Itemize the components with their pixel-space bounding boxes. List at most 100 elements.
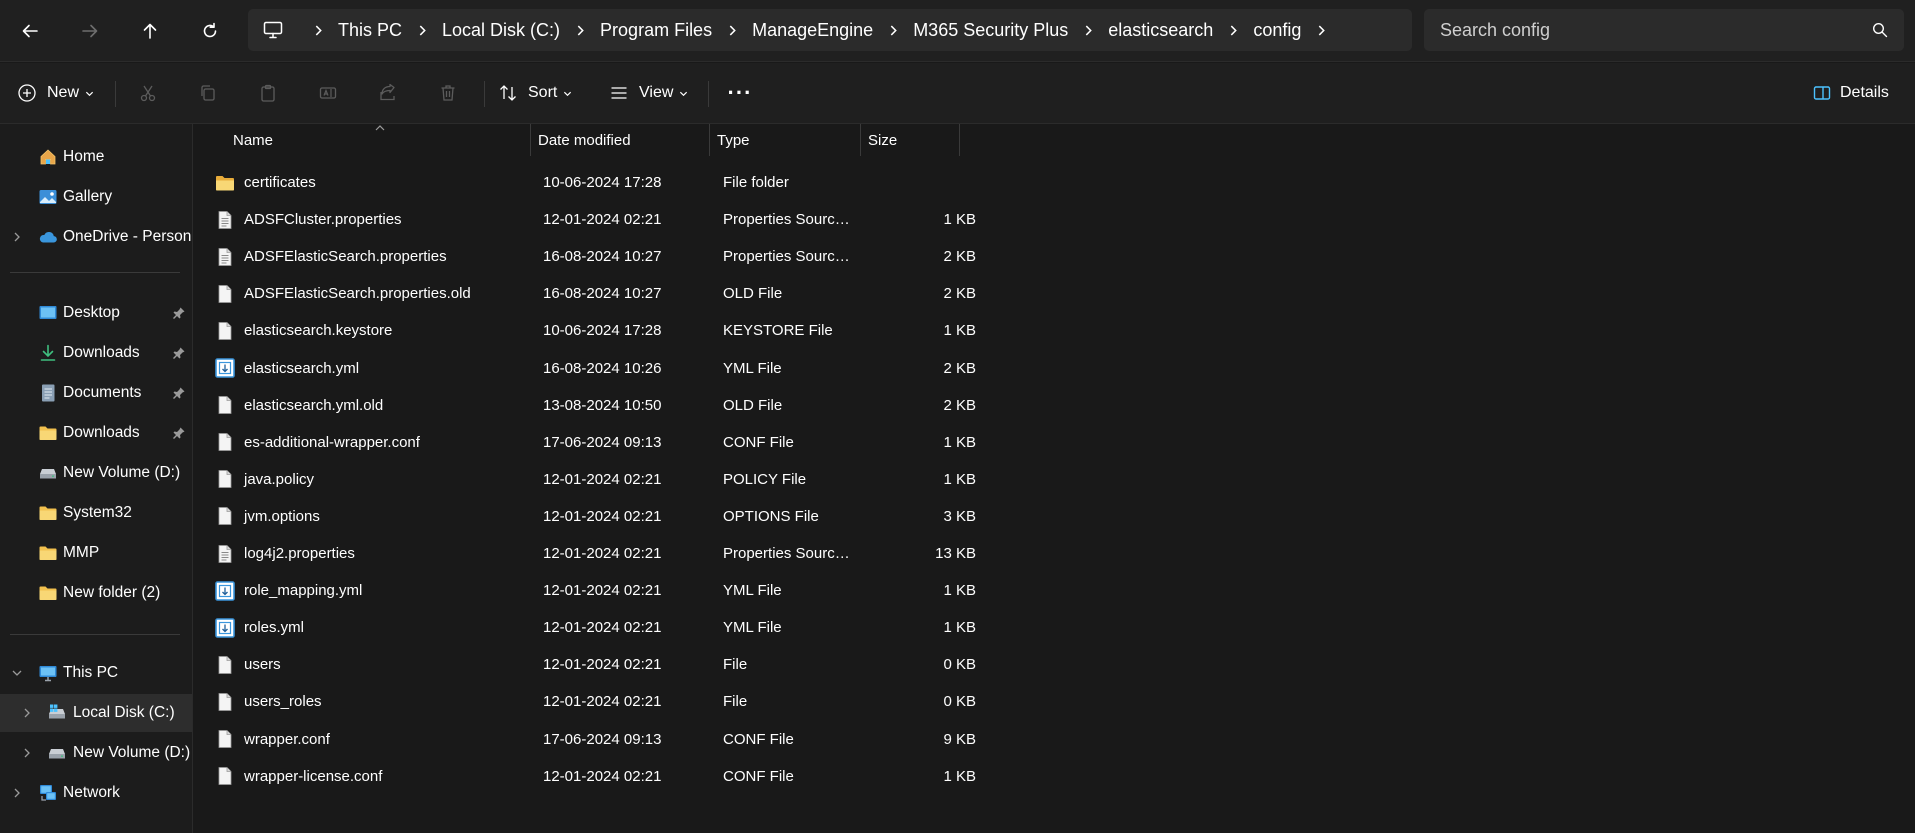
file-date-modified: 16-08-2024 10:27 — [543, 285, 662, 303]
chevron-right-icon[interactable] — [402, 25, 442, 36]
file-row[interactable]: role_mapping.yml 12-01-2024 02:21 YML File… — [214, 572, 1164, 609]
file-row[interactable]: log4j2.properties 12-01-2024 02:21 Propert… — [214, 535, 1164, 572]
sidebar-item-desktop[interactable]: Desktop — [0, 294, 192, 332]
file-name: es-additional-wrapper.conf — [244, 433, 420, 451]
chevron-right-icon[interactable] — [712, 25, 752, 36]
breadcrumb-manageengine[interactable]: ManageEngine — [752, 20, 873, 41]
pin-icon[interactable] — [172, 426, 186, 440]
search-input[interactable] — [1440, 19, 1872, 41]
paste-button[interactable] — [248, 73, 288, 113]
sidebar-item-documents[interactable]: Documents — [0, 374, 192, 412]
file-size: 1 KB — [943, 433, 976, 451]
file-row[interactable]: roles.yml 12-01-2024 02:21 YML File 1 KB — [214, 609, 1164, 646]
details-label: Details — [1840, 84, 1889, 101]
sidebar-item-label: MMP — [63, 544, 100, 561]
folder-icon — [38, 423, 58, 443]
column-header-type[interactable]: Type — [710, 124, 861, 156]
file-row[interactable]: elasticsearch.keystore 10-06-2024 17:28 KE… — [214, 312, 1164, 349]
back-button[interactable] — [11, 12, 49, 50]
sidebar-item-onedrive[interactable]: OneDrive - Persona — [0, 218, 192, 256]
file-row[interactable]: ADSFElasticSearch.properties.old 16-08-20… — [214, 275, 1164, 312]
copy-button[interactable] — [188, 73, 228, 113]
file-row[interactable]: users_roles 12-01-2024 02:21 File 0 KB — [214, 683, 1164, 720]
breadcrumb-local-disk[interactable]: Local Disk (C:) — [442, 20, 560, 41]
pin-icon[interactable] — [172, 306, 186, 320]
sidebar-item-label: System32 — [63, 504, 132, 521]
windows-drive-icon — [47, 703, 67, 723]
file-name: role_mapping.yml — [244, 582, 363, 600]
sidebar-item-gallery[interactable]: Gallery — [0, 178, 192, 216]
file-type: Properties Source ... — [723, 211, 858, 229]
share-button[interactable] — [368, 73, 408, 113]
chevron-right-icon[interactable] — [11, 787, 23, 799]
rename-button[interactable] — [308, 73, 348, 113]
column-header-date-modified[interactable]: Date modified — [531, 124, 710, 156]
breadcrumb-config[interactable]: config — [1253, 20, 1301, 41]
forward-button[interactable] — [71, 12, 109, 50]
file-row[interactable]: java.policy 12-01-2024 02:21 POLICY File 1 … — [214, 461, 1164, 498]
sidebar-item-downloads-folder[interactable]: Downloads — [0, 414, 192, 452]
sidebar-item-label: New Volume (D:) — [73, 744, 191, 761]
sort-button[interactable]: Sort — [498, 73, 572, 113]
file-icon — [214, 431, 236, 453]
file-row[interactable]: jvm.options 12-01-2024 02:21 OPTIONS File 3… — [214, 498, 1164, 535]
sidebar-item-this-pc[interactable]: This PC — [0, 654, 192, 692]
chevron-right-icon[interactable] — [1301, 25, 1341, 36]
file-row[interactable]: es-additional-wrapper.conf 17-06-2024 09:… — [214, 424, 1164, 461]
monitor-icon[interactable] — [262, 19, 284, 41]
pin-icon[interactable] — [172, 346, 186, 360]
chevron-right-icon[interactable] — [873, 25, 913, 36]
chevron-right-icon[interactable] — [21, 747, 33, 759]
folder-icon — [38, 503, 58, 523]
file-type: Properties Source ... — [723, 545, 858, 562]
more-options-button[interactable]: ··· — [720, 73, 760, 113]
file-row[interactable]: elasticsearch.yml.old 13-08-2024 10:50 OLD… — [214, 387, 1164, 424]
chevron-right-icon[interactable] — [298, 25, 338, 36]
text-file-icon — [214, 209, 236, 231]
file-name: log4j2.properties — [244, 545, 355, 562]
search-box[interactable] — [1424, 9, 1904, 51]
file-row[interactable]: certificates 10-06-2024 17:28 File folder — [214, 164, 1164, 201]
up-button[interactable] — [131, 12, 169, 50]
file-row[interactable]: ADSFElasticSearch.properties 16-08-2024 1… — [214, 238, 1164, 275]
chevron-right-icon[interactable] — [560, 25, 600, 36]
sidebar-item-downloads[interactable]: Downloads — [0, 334, 192, 372]
file-icon — [214, 468, 236, 490]
sidebar-item-system32[interactable]: System32 — [0, 494, 192, 532]
breadcrumb[interactable]: This PC Local Disk (C:) Program Files Ma… — [248, 9, 1412, 51]
chevron-right-icon[interactable] — [1068, 25, 1108, 36]
sidebar-item-new-folder-2[interactable]: New folder (2) — [0, 574, 192, 612]
column-header-name[interactable]: Name — [226, 124, 531, 156]
file-row[interactable]: ADSFCluster.properties 12-01-2024 02:21 Pr… — [214, 201, 1164, 238]
sidebar-item-home[interactable]: Home — [0, 138, 192, 176]
sidebar-item-new-volume[interactable]: New Volume (D:) — [0, 454, 192, 492]
file-row[interactable]: elasticsearch.yml 16-08-2024 10:26 YML Fil… — [214, 350, 1164, 387]
breadcrumb-this-pc[interactable]: This PC — [338, 20, 402, 41]
search-icon[interactable] — [1872, 22, 1888, 38]
sidebar-item-mmp[interactable]: MMP — [0, 534, 192, 572]
chevron-right-icon[interactable] — [1213, 25, 1253, 36]
chevron-right-icon[interactable] — [11, 231, 23, 243]
delete-button[interactable] — [428, 73, 468, 113]
file-row[interactable]: users 12-01-2024 02:21 File 0 KB — [214, 646, 1164, 683]
chevron-right-icon[interactable] — [21, 707, 33, 719]
breadcrumb-elasticsearch[interactable]: elasticsearch — [1108, 20, 1213, 41]
breadcrumb-m365-security-plus[interactable]: M365 Security Plus — [913, 20, 1068, 41]
file-size: 1 KB — [943, 322, 976, 340]
file-row[interactable]: wrapper.conf 17-06-2024 09:13 CONF File 9 K… — [214, 721, 1164, 758]
desktop-icon — [38, 303, 58, 323]
sidebar-item-new-volume-d[interactable]: New Volume (D:) — [0, 734, 192, 772]
file-row[interactable]: wrapper-license.conf 12-01-2024 02:21 CONF… — [214, 758, 1164, 795]
pin-icon[interactable] — [172, 386, 186, 400]
cut-button[interactable] — [128, 73, 168, 113]
sidebar-item-network[interactable]: Network — [0, 774, 192, 812]
refresh-button[interactable] — [191, 12, 229, 50]
sidebar-item-local-disk[interactable]: Local Disk (C:) — [0, 694, 192, 732]
column-header-size[interactable]: Size — [861, 124, 960, 156]
breadcrumb-program-files[interactable]: Program Files — [600, 20, 712, 41]
file-name: ADSFElasticSearch.properties.old — [244, 285, 471, 303]
chevron-down-icon[interactable] — [11, 667, 23, 679]
new-button[interactable]: New — [17, 73, 94, 113]
view-button[interactable]: View — [609, 73, 688, 113]
details-button[interactable]: Details — [1812, 73, 1889, 113]
